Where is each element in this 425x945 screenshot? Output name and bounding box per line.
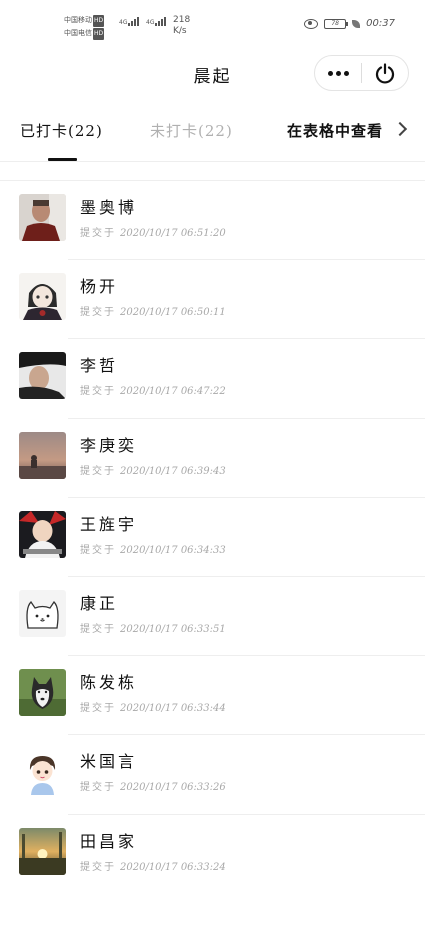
carrier-1: 中国移动: [64, 16, 92, 24]
list-item[interactable]: 陈发栋 提交于 2020/10/17 06:33:44: [0, 656, 425, 736]
submit-time: 提交于 2020/10/17 06:47:22: [80, 386, 226, 398]
list-item[interactable]: 王旌宇 提交于 2020/10/17 06:34:33: [0, 498, 425, 577]
list-item[interactable]: 田昌家 提交于 2020/10/17 06:33:24: [0, 815, 425, 894]
submit-time: 提交于 2020/10/17 06:50:11: [80, 307, 226, 319]
more-button[interactable]: [315, 56, 361, 90]
list-item[interactable]: 康正 提交于 2020/10/17 06:33:51: [0, 577, 425, 657]
submit-time: 提交于 2020/10/17 06:51:20: [80, 228, 226, 239]
submit-time: 提交于 2020/10/17 06:33:44: [80, 703, 226, 715]
member-name: 李哲: [80, 356, 119, 376]
more-dot-icon: [335, 70, 341, 76]
avatar: [19, 352, 66, 400]
avatar: [19, 194, 66, 241]
avatar: [19, 669, 66, 717]
nav-bar: 晨起: [0, 50, 425, 96]
tab-bar: 已打卡(22) 未打卡(22) 在表格中查看: [0, 108, 425, 162]
avatar: [19, 827, 66, 875]
list-item[interactable]: 墨奥博 提交于 2020/10/17 06:51:20: [0, 181, 425, 261]
close-button[interactable]: [362, 56, 408, 90]
submit-time: 提交于 2020/10/17 06:39:43: [80, 465, 226, 477]
member-name: 杨开: [80, 277, 119, 297]
leaf-icon: [352, 19, 361, 28]
avatar: [19, 589, 66, 637]
member-name: 米国言: [80, 752, 138, 772]
system-icons: 78 00:37: [304, 18, 395, 29]
avatar: [19, 273, 66, 321]
hd-badge: HD: [93, 15, 105, 27]
active-tab-indicator: [48, 158, 77, 161]
member-name: 李庚奕: [80, 435, 138, 455]
more-dot-icon: [343, 70, 349, 76]
battery-icon: 78: [324, 18, 349, 29]
member-name: 王旌宇: [80, 514, 138, 534]
member-name: 康正: [80, 593, 119, 613]
submit-time: 提交于 2020/10/17 06:33:26: [80, 782, 226, 794]
avatar: [19, 431, 66, 479]
checkin-list: 墨奥博 提交于 2020/10/17 06:51:20 杨开 提交于 2020/10…: [0, 180, 425, 894]
tab-checked-in[interactable]: 已打卡(22): [20, 120, 103, 141]
tab-not-checked-in[interactable]: 未打卡(22): [150, 120, 233, 141]
hd-badge: HD: [93, 28, 105, 40]
list-item[interactable]: 李庚奕 提交于 2020/10/17 06:39:43: [0, 419, 425, 498]
member-name: 陈发栋: [80, 673, 138, 693]
clock: 00:37: [366, 18, 395, 29]
carrier-info: 中国移动 HD 中国电信 HD: [64, 14, 105, 40]
eye-icon: [304, 18, 319, 29]
list-item[interactable]: 李哲 提交于 2020/10/17 06:47:22: [0, 339, 425, 419]
submit-time: 提交于 2020/10/17 06:34:33: [80, 544, 226, 556]
avatar: [19, 510, 66, 558]
member-name: 墨奥博: [80, 198, 138, 217]
member-name: 田昌家: [80, 831, 138, 851]
submit-time: 提交于 2020/10/17 06:33:24: [80, 861, 226, 873]
more-dot-icon: [327, 70, 333, 76]
mini-program-capsule: [314, 55, 409, 91]
status-bar: 中国移动 HD 中国电信 HD 4G 4G 218 K/s 78 00:37: [0, 0, 425, 44]
signal-icon: 4G: [146, 17, 167, 26]
list-item[interactable]: 杨开 提交于 2020/10/17 06:50:11: [0, 260, 425, 340]
power-icon: [375, 63, 395, 84]
list-item[interactable]: 米国言 提交于 2020/10/17 06:33:26: [0, 735, 425, 815]
network-speed: 218 K/s: [173, 15, 191, 36]
avatar: [19, 748, 66, 796]
view-in-table-link[interactable]: 在表格中查看: [287, 120, 383, 141]
signal-icon: 4G: [119, 17, 140, 26]
carrier-2: 中国电信: [64, 29, 92, 37]
submit-time: 提交于 2020/10/17 06:33:51: [80, 623, 226, 635]
chevron-right-icon[interactable]: [392, 121, 408, 137]
